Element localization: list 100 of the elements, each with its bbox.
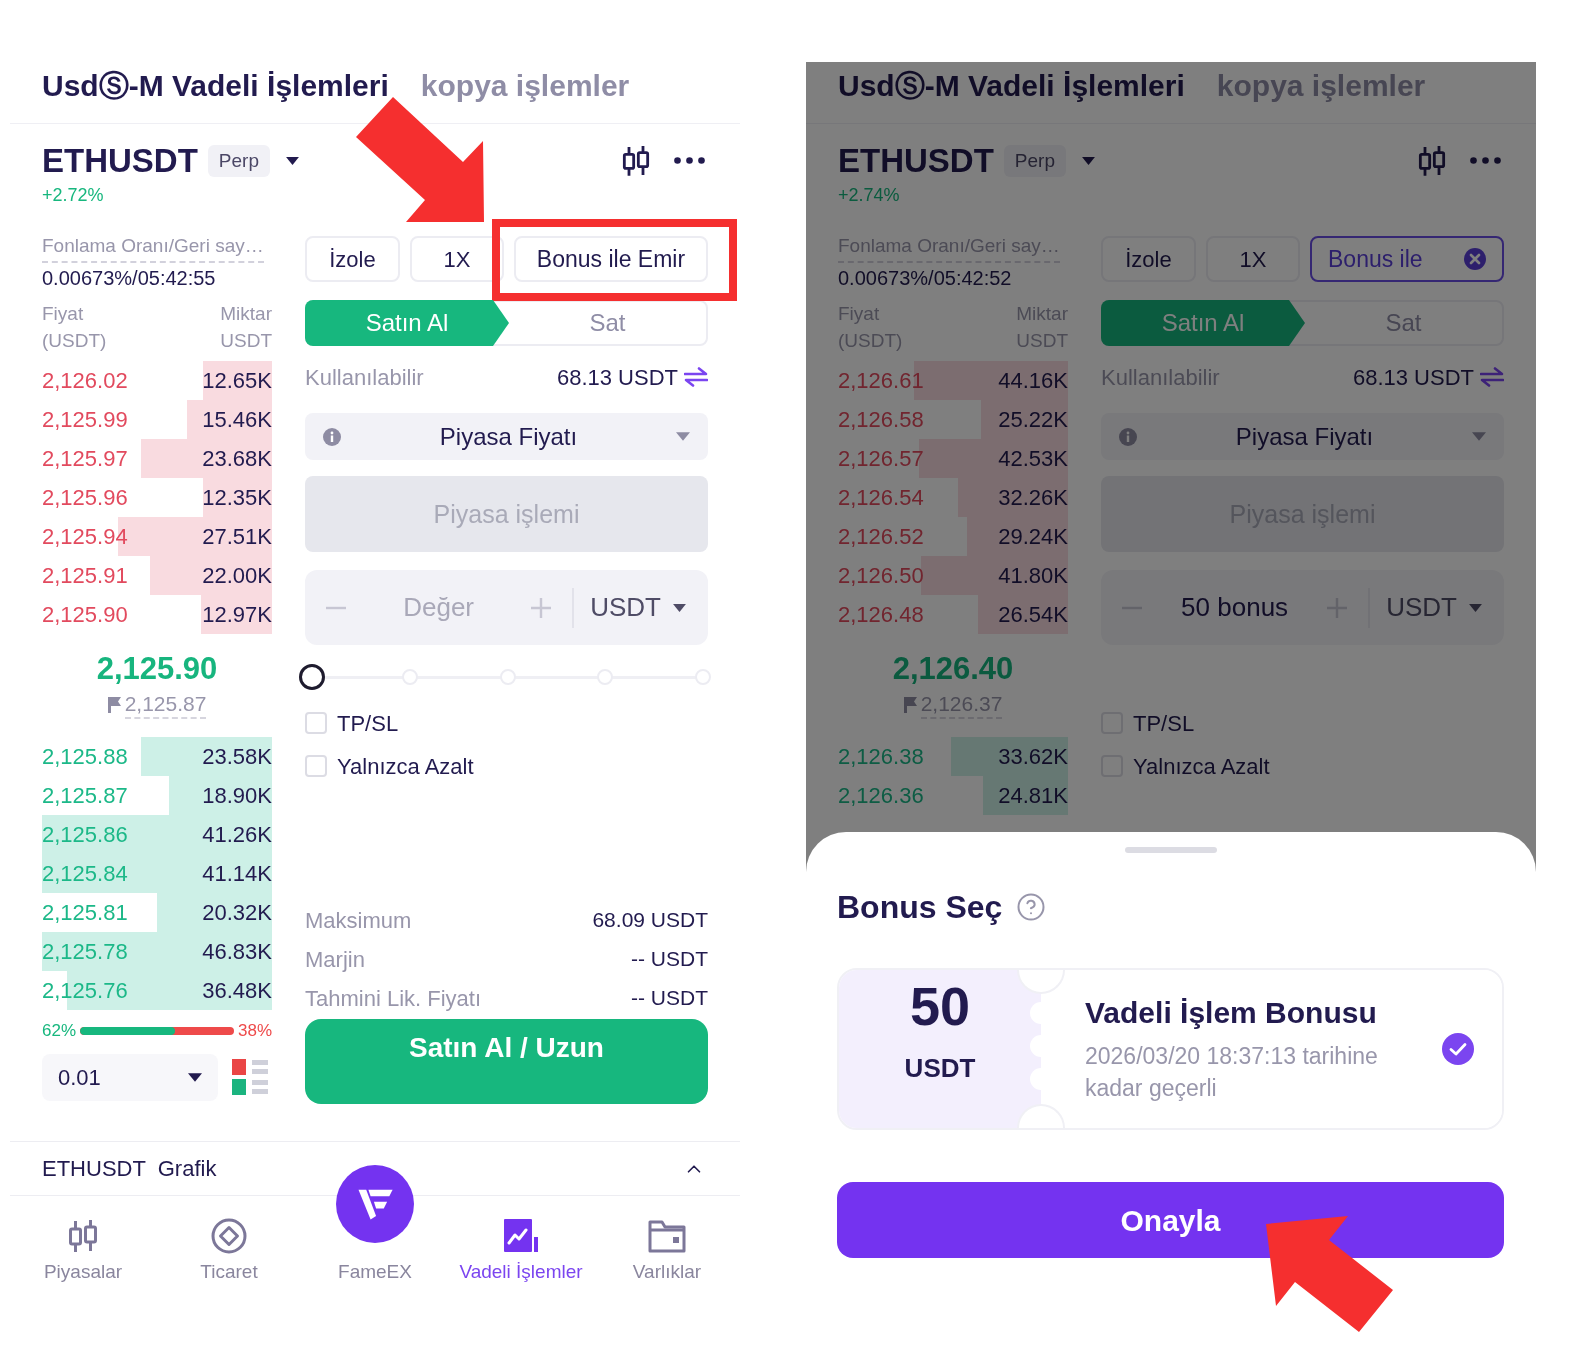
caret-icon bbox=[1469, 603, 1482, 612]
side-tab[interactable]: Satın Al bbox=[305, 300, 509, 346]
funding-rate-label[interactable]: Fonlama Oranı/Geri say… bbox=[42, 234, 264, 263]
dropdown-caret-icon bbox=[286, 157, 299, 165]
chart-tile-icon bbox=[503, 1218, 539, 1254]
info-icon bbox=[323, 427, 341, 446]
order-amount: 42.53K bbox=[998, 445, 1068, 472]
summary-label: Maksimum bbox=[305, 906, 412, 935]
price-change: +2.72% bbox=[42, 184, 104, 206]
caret-icon bbox=[1472, 432, 1486, 441]
order-amount: 12.97K bbox=[202, 601, 272, 628]
order-amount: 20.32K bbox=[202, 899, 272, 926]
ask-price: 2,126.02 bbox=[42, 367, 128, 394]
checkbox-option[interactable]: Yalnızca Azalt bbox=[1101, 751, 1270, 781]
available-label: Kullanılabilir bbox=[305, 363, 424, 392]
market-type-badge: Perp bbox=[1003, 145, 1066, 177]
ask-price: 2,126.50 bbox=[838, 562, 924, 589]
help-icon[interactable] bbox=[1016, 892, 1047, 922]
flag-icon bbox=[903, 697, 917, 713]
price-unit-label: (USDT) bbox=[42, 329, 107, 353]
bid-price: 2,125.87 bbox=[42, 782, 128, 809]
order-amount: 41.26K bbox=[202, 821, 272, 848]
unit-select[interactable]: USDT bbox=[1386, 588, 1482, 627]
clear-icon[interactable] bbox=[1464, 248, 1486, 270]
slider-thumb[interactable] bbox=[299, 664, 325, 690]
target-icon bbox=[211, 1218, 247, 1254]
bid-price: 2,125.81 bbox=[42, 899, 128, 926]
margin-mode-button[interactable]: İzole bbox=[305, 236, 400, 282]
ask-price: 2,126.58 bbox=[838, 406, 924, 433]
order-amount: 27.51K bbox=[202, 523, 272, 550]
checkbox-option[interactable]: TP/SL bbox=[1101, 708, 1195, 738]
checkbox[interactable] bbox=[305, 712, 327, 734]
order-type-select[interactable]: Piyasa Fiyatı bbox=[1101, 413, 1504, 460]
more-icon[interactable] bbox=[674, 157, 705, 165]
ask-price: 2,125.91 bbox=[42, 562, 128, 589]
order-amount: 26.54K bbox=[998, 601, 1068, 628]
price-change: +2.74% bbox=[838, 184, 900, 206]
info-icon bbox=[1119, 427, 1137, 446]
bid-price: 2,125.78 bbox=[42, 938, 128, 965]
confirm-button[interactable]: Onayla bbox=[837, 1182, 1504, 1258]
summary-label: Tahmini Lik. Fiyatı bbox=[305, 984, 482, 1013]
symbol-title[interactable]: ETHUSDT bbox=[42, 141, 198, 181]
caret-icon bbox=[673, 603, 686, 612]
side-tab[interactable]: Sat bbox=[509, 300, 706, 346]
header-tab[interactable]: UsdⓈ-M Vadeli İşlemleri bbox=[838, 68, 1185, 104]
precision-select[interactable]: 0.01 bbox=[42, 1054, 218, 1101]
ask-price: 2,126.54 bbox=[838, 484, 924, 511]
order-amount: 32.26K bbox=[998, 484, 1068, 511]
bid-price: 2,125.84 bbox=[42, 860, 128, 887]
swap-icon[interactable] bbox=[1480, 367, 1504, 387]
order-amount: 24.81K bbox=[998, 782, 1068, 809]
leverage-button[interactable]: 1X bbox=[410, 236, 504, 282]
check-circle-icon[interactable] bbox=[1442, 1033, 1474, 1065]
buy-long-button[interactable]: Satın Al / Uzun bbox=[305, 1019, 708, 1104]
nav-tab[interactable]: Vadeli İşlemler bbox=[448, 1196, 594, 1284]
amount-field[interactable]: 50 bonus USDT bbox=[1101, 570, 1504, 645]
bonus-validity: 2026/03/20 18:37:13 tarihine kadar geçerli bbox=[1085, 1041, 1379, 1103]
market-type-badge: Perp bbox=[207, 145, 270, 177]
header-tab[interactable]: kopya işlemler bbox=[420, 68, 630, 104]
bonus-order-button[interactable]: Bonus ile Emir bbox=[514, 236, 708, 282]
ask-price: 2,126.57 bbox=[838, 445, 924, 472]
mark-price[interactable]: 2,125.87 bbox=[124, 691, 207, 719]
nav-tab[interactable]: Piyasalar bbox=[10, 1196, 156, 1284]
symbol-title[interactable]: ETHUSDT bbox=[838, 141, 994, 181]
ask-price: 2,125.99 bbox=[42, 406, 128, 433]
checkbox-option[interactable]: Yalnızca Azalt bbox=[305, 751, 474, 781]
amount-unit-label: USDT bbox=[220, 329, 272, 353]
order-amount: 18.90K bbox=[202, 782, 272, 809]
ask-price: 2,125.97 bbox=[42, 445, 128, 472]
last-price: 2,126.40 bbox=[892, 651, 1014, 687]
margin-mode-button[interactable]: İzole bbox=[1101, 236, 1196, 282]
summary-value: -- USDT bbox=[631, 946, 708, 973]
order-amount: 41.14K bbox=[202, 860, 272, 887]
amount-column-header: Miktar bbox=[220, 302, 272, 326]
candlestick-icon[interactable] bbox=[622, 145, 650, 177]
slider-track[interactable] bbox=[299, 664, 711, 690]
sheet-handle[interactable] bbox=[1124, 847, 1217, 853]
order-amount: 46.83K bbox=[202, 938, 272, 965]
sell-ratio: 38% bbox=[237, 1021, 272, 1041]
bonus-order-button[interactable]: Bonus ile bbox=[1310, 236, 1504, 282]
checkbox-option[interactable]: TP/SL bbox=[305, 708, 399, 738]
order-type-select[interactable]: Piyasa Fiyatı bbox=[305, 413, 708, 460]
nav-tab[interactable]: Varlıklar bbox=[594, 1196, 740, 1284]
plus-icon[interactable] bbox=[530, 596, 553, 619]
order-amount: 23.68K bbox=[202, 445, 272, 472]
amount-field[interactable]: Değer USDT bbox=[305, 570, 708, 645]
order-amount: 41.80K bbox=[998, 562, 1068, 589]
order-amount: 15.46K bbox=[202, 406, 272, 433]
bid-price: 2,126.38 bbox=[838, 743, 924, 770]
order-amount: 33.62K bbox=[998, 743, 1068, 770]
book-layout-icon[interactable] bbox=[232, 1058, 268, 1097]
unit-select[interactable]: USDT bbox=[590, 588, 686, 627]
bonus-title: Vadeli İşlem Bonusu bbox=[1085, 994, 1377, 1031]
bonus-card[interactable]: 50 USDT Vadeli İşlem Bonusu 2026/03/20 18:37:13 tarihine kadar geçerli bbox=[837, 968, 1504, 1130]
caret-icon bbox=[188, 1073, 202, 1082]
nav-tab[interactable]: Ticaret bbox=[156, 1196, 302, 1284]
leverage-button[interactable]: 1X bbox=[1206, 236, 1300, 282]
header-tab[interactable]: UsdⓈ-M Vadeli İşlemleri bbox=[42, 68, 389, 104]
checkbox[interactable] bbox=[305, 755, 327, 777]
swap-icon[interactable] bbox=[684, 367, 708, 387]
